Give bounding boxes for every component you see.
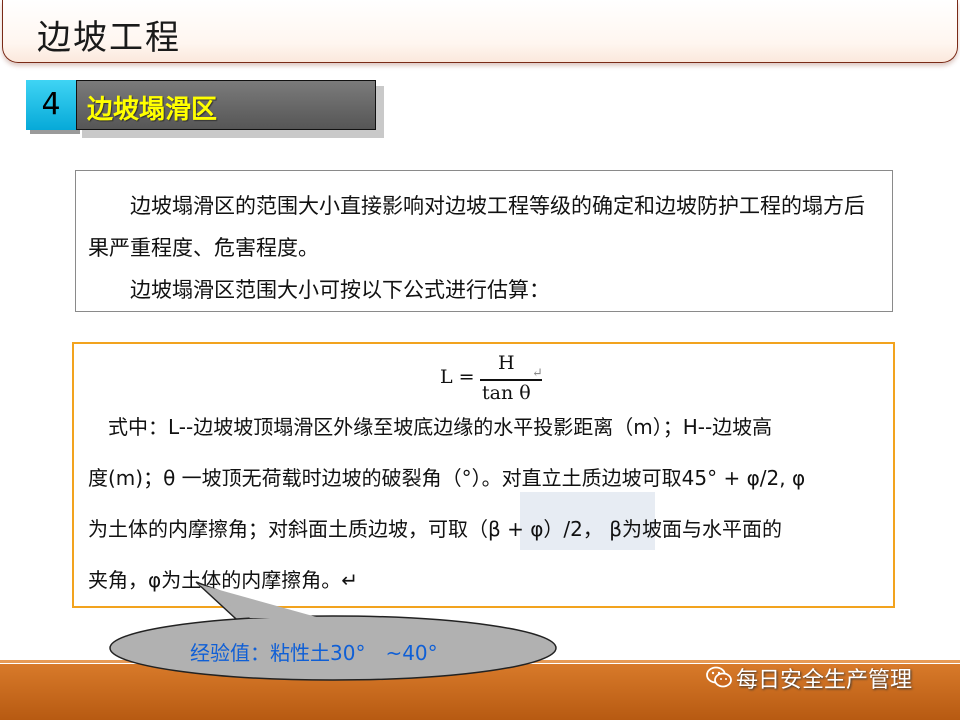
footer-brand-text: 每日安全生产管理	[736, 668, 913, 693]
callout-bubble	[109, 581, 557, 681]
callout-text: 经验值：粘性土30° ~40°	[190, 641, 438, 665]
footer-brand: 每日安全生产管理	[706, 662, 912, 694]
